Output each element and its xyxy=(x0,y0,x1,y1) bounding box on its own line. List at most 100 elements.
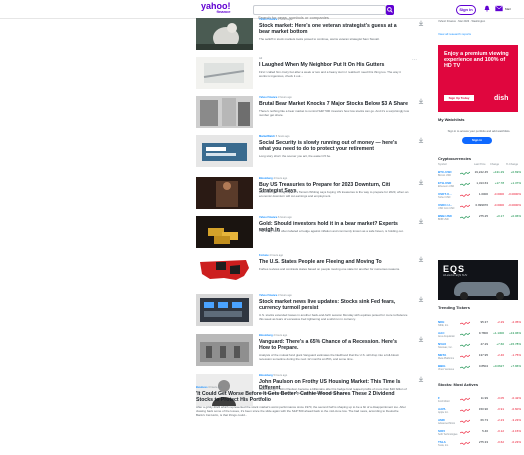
save-icon[interactable] xyxy=(418,20,424,26)
ticker-row[interactable]: F Ford Motor 11.99 -0.05 -0.42% xyxy=(438,396,522,405)
ticker-row[interactable]: BTC-USD Bitcoin USD 19,222.45 +131.29 +0.69% xyxy=(438,170,522,179)
ticker-row[interactable]: AAPL Apple Inc. 150.90 -0.91 -0.60% xyxy=(438,407,522,416)
ticker-price: 0.8504 xyxy=(478,364,488,368)
article-meta: Bloomberg 5 hours ago xyxy=(259,374,287,377)
search-box[interactable] xyxy=(253,5,386,22)
ticker-pct-change: -0.60% xyxy=(511,407,521,411)
article-source[interactable]: Yahoo Finance xyxy=(259,294,277,297)
ticker-change: -2.46 xyxy=(497,353,504,357)
article-thumbnail[interactable] xyxy=(196,216,253,248)
ticker-row[interactable]: TSLA Tesla, Inc. 275.33 -0.62 -0.23% xyxy=(438,440,522,449)
article-source[interactable]: Bloomberg xyxy=(259,334,273,337)
article-thumbnail[interactable] xyxy=(196,57,253,89)
article-meta: Fortune 4 hours ago xyxy=(259,254,283,257)
article-title[interactable]: Vanguard: There's a 65% Chance of a Rece… xyxy=(259,339,409,352)
article-thumbnail[interactable] xyxy=(196,334,253,366)
ticker-row[interactable]: META Meta Platforms 137.95 -2.46 -1.75% xyxy=(438,353,522,362)
ticker-price: 275.25 xyxy=(478,214,488,218)
article-thumbnail[interactable] xyxy=(196,18,253,50)
ticker-row[interactable]: NVAX Novavax, Inc. 47.29 +7.60 +15.78% xyxy=(438,342,522,351)
article-meta: Yahoo Finance 2 hours ago xyxy=(259,18,292,21)
article-source[interactable]: Yahoo Finance xyxy=(259,18,277,21)
article-snippet: There's nothing like a bear market to re… xyxy=(259,109,409,117)
save-icon[interactable] xyxy=(418,296,424,302)
save-icon[interactable] xyxy=(418,256,424,262)
ticker-change: +7.60 xyxy=(496,342,504,346)
ticker-name: Ares Acquisition xyxy=(438,335,456,338)
mail-icon[interactable] xyxy=(495,5,503,12)
article-title[interactable]: I Laughed When My Neighbor Put It On His… xyxy=(259,62,409,68)
ticker-pct-change: +0.06% xyxy=(510,214,521,218)
article-source[interactable]: Bloomberg xyxy=(259,374,273,377)
article-title[interactable]: Brutal Bear Market Knocks 7 Major Stocks… xyxy=(259,101,409,107)
search-button[interactable] xyxy=(386,5,394,15)
article-snippet: After a grisly 2022 which represented th… xyxy=(196,405,406,417)
article-thumbnail[interactable] xyxy=(196,96,253,128)
article-source[interactable]: Fortune xyxy=(259,254,269,257)
ticker-price: 150.90 xyxy=(478,407,488,411)
article-source[interactable]: Business xyxy=(196,386,208,389)
article-thumbnail[interactable] xyxy=(196,294,253,326)
more-options-icon[interactable]: ⋯ xyxy=(412,57,417,63)
col-change: Change xyxy=(490,163,500,166)
mail-label[interactable]: Mail xyxy=(505,7,511,11)
article-source[interactable]: Bloomberg xyxy=(259,177,273,180)
article-time: 5 hours ago xyxy=(275,135,290,138)
ticker-row[interactable]: USDC-U... USD Coin USD 0.999976 -0.0000 -0.0… xyxy=(438,203,522,212)
watchlist-sign-in-button[interactable]: Sign in xyxy=(462,137,492,144)
ticker-row[interactable]: BNB-USD BNB USD 275.25 +0.17 +0.06% xyxy=(438,214,522,223)
article-thumbnail[interactable] xyxy=(196,177,253,209)
ticker-pct-change: -0.42% xyxy=(511,396,521,400)
article-meta: Yahoo Finance 3 hours ago xyxy=(259,96,292,99)
save-icon[interactable] xyxy=(418,137,424,143)
save-icon[interactable] xyxy=(418,218,424,224)
article-title[interactable]: 'It Could Get Worse Before It Gets Bette… xyxy=(196,391,406,404)
save-icon[interactable] xyxy=(418,179,424,185)
article-meta: Yahoo Finance 6 hours ago xyxy=(259,216,292,219)
ticker-row[interactable]: SOFI SoFi Technologies 5.46 -0.12 -2.15% xyxy=(438,429,522,438)
article-title[interactable]: Stock market news live updates: Stocks s… xyxy=(259,299,409,312)
ticker-row[interactable]: USDT-U... Tether USD 1.0000 -0.0000 -0.0000% xyxy=(438,192,522,201)
article-source[interactable]: Yahoo Finance xyxy=(259,96,277,99)
article-title[interactable]: The U.S. States People are Fleeing and M… xyxy=(259,259,409,265)
right-top-snippet: Yahoo! Finance · Mar 2023 · Washington xyxy=(438,20,486,23)
ticker-price: 137.95 xyxy=(478,353,488,357)
ticker-name: Tether USD xyxy=(438,196,451,199)
sparkline-icon xyxy=(460,182,470,186)
article-thumbnail[interactable] xyxy=(196,254,253,286)
ticker-row[interactable]: AMD Advanced Micro 66.73 -2.23 -3.23% xyxy=(438,418,522,427)
ticker-row[interactable]: BBIG Vinco Ventures 0.8504 +0.0627 +7.96% xyxy=(438,364,522,373)
save-icon[interactable] xyxy=(418,98,424,104)
article-snippet: U.S. stocks extended losses in another b… xyxy=(259,313,408,321)
sign-in-button[interactable]: Sign in xyxy=(456,5,476,15)
sparkline-icon xyxy=(460,354,470,358)
ticker-name: Tesla, Inc. xyxy=(438,444,449,447)
ticker-pct-change: +1.37% xyxy=(510,181,521,185)
ticker-change: -0.12 xyxy=(497,429,504,433)
article-title[interactable]: Stock market: Here's one veteran strateg… xyxy=(259,23,409,36)
save-icon[interactable] xyxy=(418,376,424,382)
save-icon[interactable] xyxy=(418,336,424,342)
article-time: 6 hours ago xyxy=(278,216,292,219)
dish-ad[interactable]: Enjoy a premium viewing experience and 1… xyxy=(438,45,518,112)
search-icon xyxy=(387,7,393,13)
article-title[interactable]: Social Security is slowly running out of… xyxy=(259,140,409,153)
yahoo-finance-logo[interactable]: yahoo! finance xyxy=(201,2,231,14)
ticker-row[interactable]: ETH-USD Ethereum USD 1,313.63 +17.78 +1.37% xyxy=(438,181,522,190)
article-time: 3 hours ago xyxy=(278,96,292,99)
article-thumbnail[interactable] xyxy=(196,135,253,167)
ticker-pct-change: +7.96% xyxy=(510,364,521,368)
ticker-change: +0.17 xyxy=(496,214,504,218)
ad-brand-logo: dish xyxy=(494,95,509,102)
ticker-row[interactable]: AAC Ares Acquisition 9.7800 +1.1300 +13.06% xyxy=(438,331,522,340)
mercedes-eqs-ad[interactable]: EQS All-electric EQS SUV xyxy=(438,260,518,300)
ticker-row[interactable]: NKE NIKE, Inc. 95.37 -2.29 -2.35% xyxy=(438,320,522,329)
article-source[interactable]: Yahoo Finance xyxy=(259,216,277,219)
article-source[interactable]: MarketWatch xyxy=(259,135,275,138)
view-all-reports-link[interactable]: View all research reports xyxy=(438,32,471,36)
bell-icon[interactable] xyxy=(484,5,490,12)
sparkline-icon xyxy=(460,193,470,197)
ad-signup-button[interactable]: Sign Up Today xyxy=(444,95,474,101)
ticker-change: -0.0000 xyxy=(493,203,504,207)
ad-subtitle: All-electric EQS SUV xyxy=(443,274,468,277)
